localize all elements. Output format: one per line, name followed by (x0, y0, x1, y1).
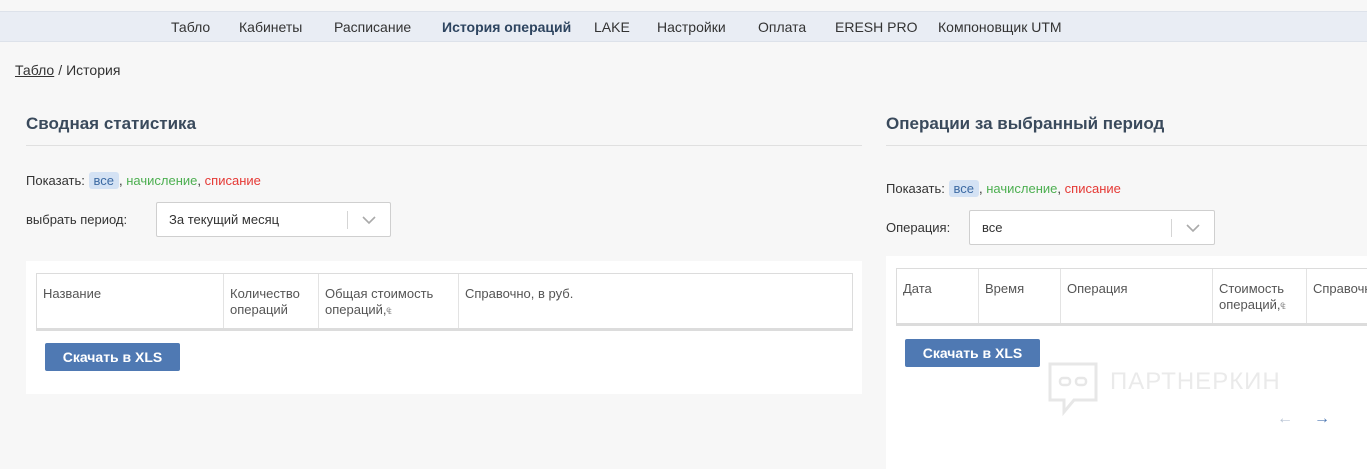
summary-col-reference: Справочно, в руб. (465, 286, 574, 301)
nav-item-eresh-pro[interactable]: ERESH PRO (835, 19, 917, 35)
breadcrumb: Табло / История (15, 62, 120, 78)
operations-col-time: Время (979, 269, 1061, 323)
breadcrumb-root-link[interactable]: Табло (15, 62, 54, 78)
operations-col-operation: Операция (1061, 269, 1213, 323)
operation-select-value: все (982, 220, 1003, 235)
summary-download-xls-button[interactable]: Скачать в XLS (45, 343, 180, 371)
operations-download-xls-button[interactable]: Скачать в XLS (905, 339, 1040, 367)
currency-icon: ₠ (386, 306, 392, 316)
watermark-logo-icon (1048, 362, 1098, 417)
nav-item-schedule[interactable]: Расписание (334, 19, 411, 35)
summary-filter-credit[interactable]: начисление (126, 173, 197, 188)
summary-col-name: Название (37, 274, 224, 328)
operations-col-cost: Стоимость операций,₠ (1213, 269, 1307, 323)
nav-item-payment[interactable]: Оплата (758, 19, 806, 35)
chevron-down-icon (362, 216, 376, 225)
nav-item-history[interactable]: История операций (442, 19, 571, 35)
summary-col-count: Количество операций (224, 274, 319, 328)
nav-item-utm-builder[interactable]: Компоновщик UTM (938, 19, 1062, 35)
breadcrumb-current: История (66, 62, 121, 78)
operations-divider (886, 145, 1367, 146)
operations-table-header: Дата Время Операция Стоимость операций,₠… (896, 268, 1367, 326)
summary-filter-label: Показать: (26, 173, 85, 188)
summary-filter-comma-1: , (119, 173, 123, 188)
summary-filter-comma-2: , (197, 173, 202, 188)
summary-panel: Название Количество операций Общая стоим… (26, 261, 862, 394)
operation-label: Операция: (886, 220, 951, 235)
summary-filter-debit[interactable]: списание (205, 173, 261, 188)
chevron-down-icon (1186, 224, 1200, 233)
nav-item-lake[interactable]: LAKE (594, 19, 630, 35)
summary-filter-all[interactable]: все (88, 172, 119, 189)
operation-select-divider (1171, 219, 1172, 237)
period-select-value: За текущий месяц (169, 212, 280, 227)
currency-icon: ₠ (1280, 301, 1286, 311)
operations-filter: Показать: все, начисление, списание (886, 180, 1121, 197)
nav-item-cabinets[interactable]: Кабинеты (239, 19, 302, 35)
operations-col-reference: Справочно (1313, 281, 1367, 296)
operations-filter-comma-2: , (1057, 181, 1062, 196)
operations-filter-label: Показать: (886, 181, 945, 196)
breadcrumb-separator: / (58, 62, 63, 78)
operations-filter-all[interactable]: все (948, 180, 979, 197)
watermark: ПАРТНЕРКИН (1046, 360, 1336, 418)
operations-filter-debit[interactable]: списание (1065, 181, 1121, 196)
summary-filter: Показать: все, начисление, списание (26, 172, 261, 189)
operations-filter-credit[interactable]: начисление (986, 181, 1057, 196)
summary-title: Сводная статистика (26, 114, 197, 133)
watermark-text: ПАРТНЕРКИН (1110, 368, 1281, 395)
summary-col-total: Общая стоимость операций,₠ (319, 274, 459, 328)
period-select[interactable]: За текущий месяц (156, 202, 391, 237)
period-label: выбрать период: (26, 212, 128, 227)
summary-table-header: Название Количество операций Общая стоим… (36, 273, 853, 331)
operations-col-date: Дата (897, 269, 979, 323)
summary-divider (26, 145, 862, 146)
period-select-divider (347, 211, 348, 229)
top-strip (0, 0, 1367, 11)
main-nav: Табло Кабинеты Расписание История операц… (0, 11, 1367, 42)
nav-item-tablo[interactable]: Табло (171, 19, 210, 35)
nav-item-settings[interactable]: Настройки (657, 19, 726, 35)
operation-select[interactable]: все (969, 210, 1215, 245)
operations-filter-comma-1: , (979, 181, 983, 196)
operations-title: Операции за выбранный период (886, 114, 1165, 133)
